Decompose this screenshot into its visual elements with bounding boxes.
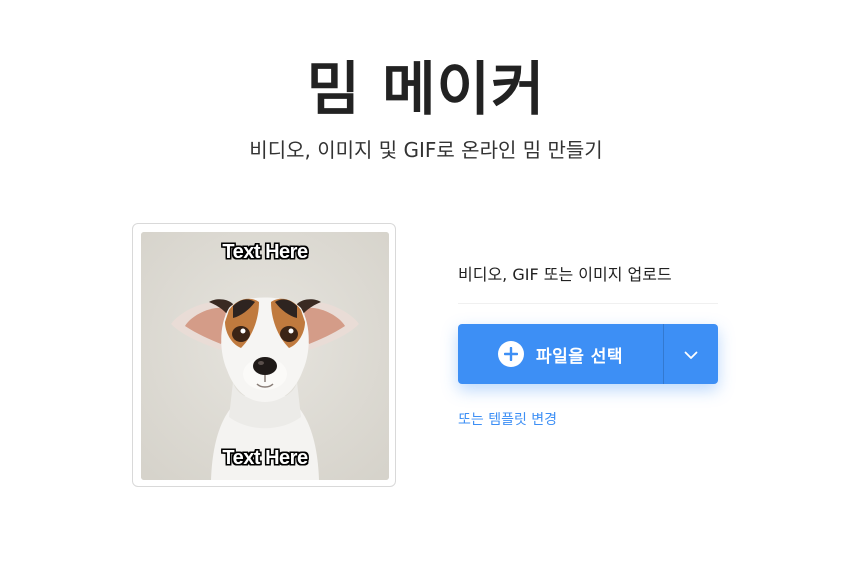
plus-circle-icon: [497, 341, 524, 367]
meme-top-text: Text Here: [222, 241, 308, 263]
choose-file-main[interactable]: 파일을 선택: [458, 324, 663, 384]
upload-options-dropdown[interactable]: [664, 324, 718, 384]
chevron-down-icon: [684, 345, 698, 364]
change-template-link[interactable]: 또는 템플릿 변경: [458, 409, 557, 429]
meme-bottom-text: Text Here: [222, 447, 308, 469]
page-title: 밈 메이커: [306, 55, 546, 123]
divider: [458, 303, 718, 304]
meme-preview-image: Text Here Text Here: [141, 232, 389, 480]
page-subtitle: 비디오, 이미지 및 GIF로 온라인 밈 만들기: [249, 138, 603, 162]
choose-file-button[interactable]: 파일을 선택: [458, 324, 718, 384]
choose-file-label: 파일을 선택: [535, 346, 624, 367]
upload-label: 비디오, GIF 또는 이미지 업로드: [458, 265, 672, 284]
dog-illustration: [141, 232, 389, 480]
meme-preview-card: Text Here Text Here: [132, 223, 396, 487]
